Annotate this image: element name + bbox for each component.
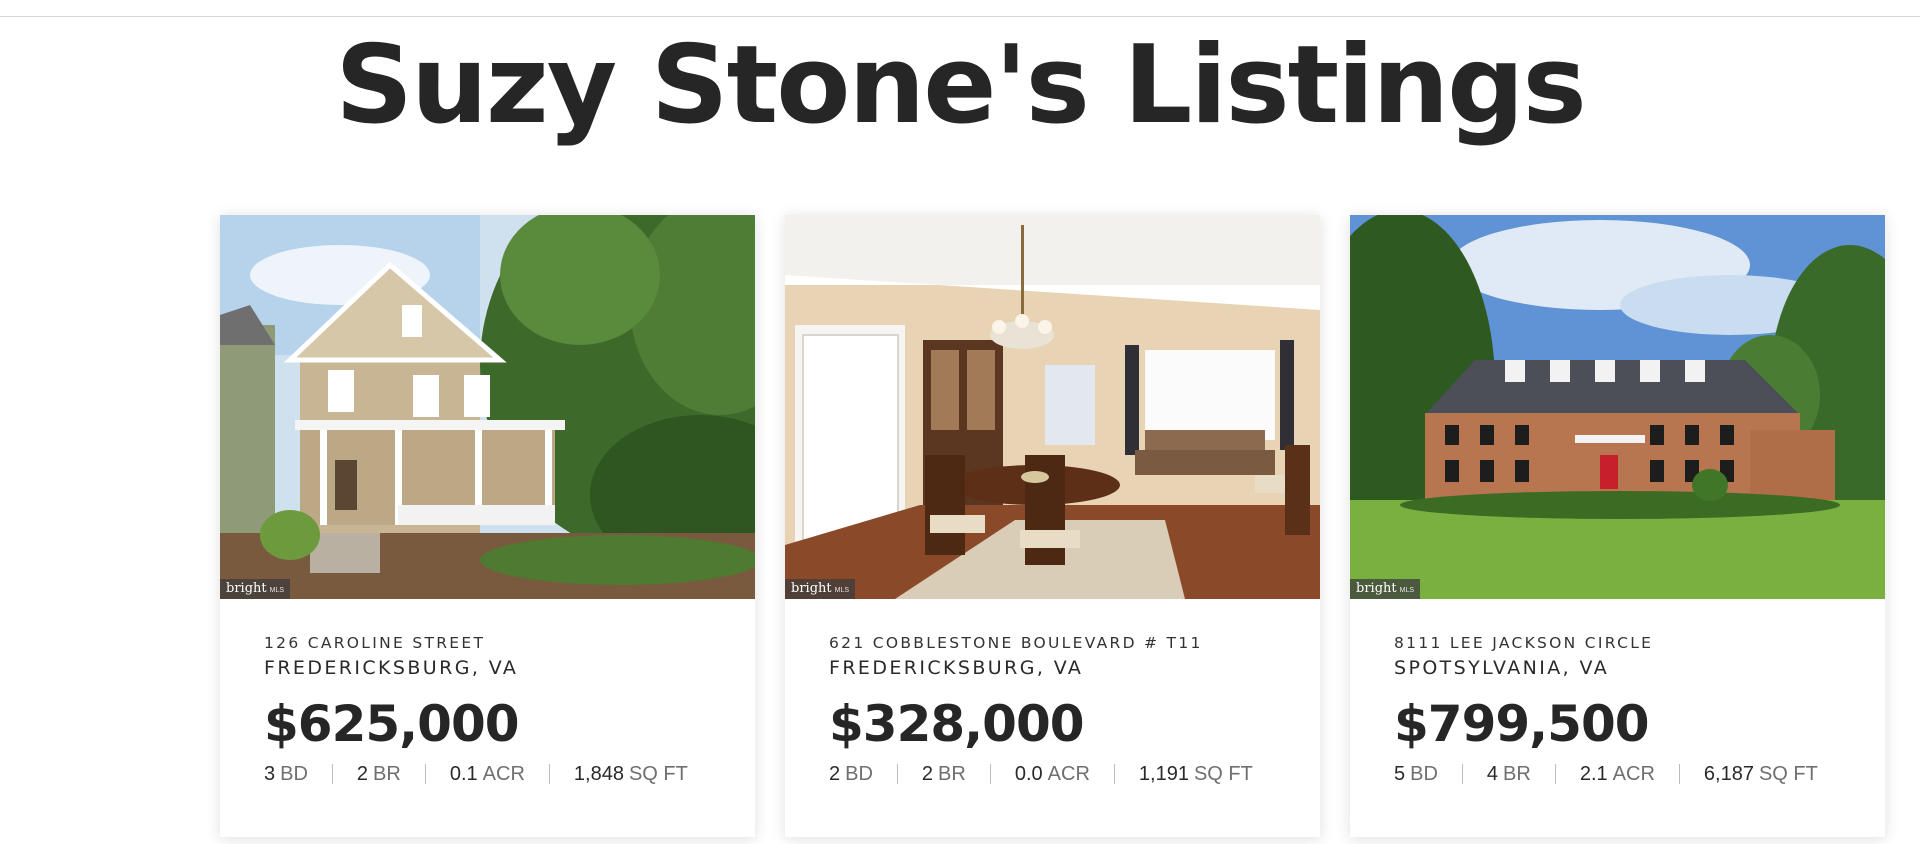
badge-text: bright bbox=[226, 581, 267, 596]
colonial-house-photo-image bbox=[1350, 215, 1885, 599]
listing-info: 126 CAROLINE STREET FREDERICKSBURG, VA $… bbox=[264, 633, 734, 787]
listing-info: 8111 LEE JACKSON CIRCLE SPOTSYLVANIA, VA… bbox=[1394, 633, 1864, 787]
stat-unit: BD bbox=[280, 763, 308, 785]
listing-stats: 3 BD 2 BR 0.1 ACR 1,848 SQ FT bbox=[264, 761, 734, 787]
stat-acres: 2.1 ACR bbox=[1580, 761, 1655, 787]
stat-bathrooms: 4 BR bbox=[1487, 761, 1531, 787]
listing-stats: 5 BD 4 BR 2.1 ACR 6,187 SQ FT bbox=[1394, 761, 1864, 787]
stat-unit: ACR bbox=[1612, 763, 1655, 785]
stat-bedrooms: 2 BD bbox=[829, 761, 873, 787]
listing-street[interactable]: 126 CAROLINE STREET bbox=[264, 633, 734, 653]
listing-card[interactable]: bright MLS 126 CAROLINE STREET FREDERICKS… bbox=[220, 215, 755, 837]
listing-city: FREDERICKSBURG, VA bbox=[264, 657, 519, 679]
stat-unit: BR bbox=[373, 763, 401, 785]
stat-divider bbox=[989, 764, 991, 784]
bright-mls-badge: bright MLS bbox=[1350, 579, 1421, 599]
stat-bathrooms: 2 BR bbox=[357, 761, 401, 787]
stat-divider bbox=[1554, 764, 1556, 784]
stat-value: 0.0 bbox=[1014, 763, 1043, 785]
top-divider bbox=[0, 16, 1920, 17]
stat-unit: SQ FT bbox=[1193, 763, 1253, 785]
listing-photo-colonial-house[interactable]: bright MLS bbox=[1350, 215, 1885, 599]
listing-info: 621 COBBLESTONE BOULEVARD # T11 FREDERIC… bbox=[829, 633, 1299, 787]
bright-mls-badge: bright MLS bbox=[220, 579, 291, 599]
stat-value: 4 bbox=[1486, 763, 1499, 785]
dining-room-photo-image bbox=[785, 215, 1320, 599]
listing-card[interactable]: bright MLS 8111 LEE JACKSON CIRCLE SPOTSY… bbox=[1350, 215, 1885, 837]
stat-divider bbox=[1678, 764, 1680, 784]
stat-divider bbox=[1461, 764, 1463, 784]
stat-sqft: 1,848 SQ FT bbox=[574, 761, 688, 787]
stat-unit: ACR bbox=[482, 763, 525, 785]
page-title: Suzy Stone's Listings bbox=[335, 23, 1586, 148]
listing-city: SPOTSYLVANIA, VA bbox=[1394, 657, 1610, 679]
stat-unit: SQ FT bbox=[628, 763, 688, 785]
badge-small-text: MLS bbox=[834, 587, 850, 594]
listing-street[interactable]: 621 COBBLESTONE BOULEVARD # T11 bbox=[829, 633, 1299, 653]
stat-value: 1,848 bbox=[573, 763, 624, 785]
badge-small-text: MLS bbox=[269, 587, 285, 594]
stat-sqft: 6,187 SQ FT bbox=[1704, 761, 1818, 787]
stat-value: 1,191 bbox=[1138, 763, 1189, 785]
stat-divider bbox=[896, 764, 898, 784]
stat-unit: BR bbox=[1503, 763, 1531, 785]
stat-value: 6,187 bbox=[1703, 763, 1754, 785]
listings-grid: bright MLS 126 CAROLINE STREET FREDERICKS… bbox=[220, 215, 1920, 844]
stat-acres: 0.1 ACR bbox=[450, 761, 525, 787]
stat-bedrooms: 5 BD bbox=[1394, 761, 1438, 787]
listing-card[interactable]: bright MLS 621 COBBLESTONE BOULEVARD # T1… bbox=[785, 215, 1320, 837]
listing-photo-dining-room[interactable]: bright MLS bbox=[785, 215, 1320, 599]
stat-unit: SQ FT bbox=[1758, 763, 1818, 785]
stat-divider bbox=[1113, 764, 1115, 784]
stat-value: 3 bbox=[264, 763, 276, 785]
listing-photo-house-exterior[interactable]: bright MLS bbox=[220, 215, 755, 599]
stat-divider bbox=[548, 764, 550, 784]
badge-text: bright bbox=[791, 581, 832, 596]
house-photo-image bbox=[220, 215, 755, 599]
stat-divider bbox=[424, 764, 426, 784]
badge-text: bright bbox=[1356, 581, 1397, 596]
stat-unit: BD bbox=[845, 763, 873, 785]
stat-value: 0.1 bbox=[449, 763, 478, 785]
stat-sqft: 1,191 SQ FT bbox=[1139, 761, 1253, 787]
stat-acres: 0.0 ACR bbox=[1015, 761, 1090, 787]
stat-bathrooms: 2 BR bbox=[922, 761, 966, 787]
stat-bedrooms: 3 BD bbox=[264, 761, 308, 787]
stat-value: 2 bbox=[356, 763, 369, 785]
listing-price: $328,000 bbox=[829, 695, 1085, 753]
bright-mls-badge: bright MLS bbox=[785, 579, 856, 599]
stat-value: 2 bbox=[921, 763, 934, 785]
listing-price: $625,000 bbox=[264, 695, 520, 753]
stat-unit: ACR bbox=[1047, 763, 1090, 785]
stat-divider bbox=[331, 764, 333, 784]
listing-price: $799,500 bbox=[1394, 695, 1650, 753]
badge-small-text: MLS bbox=[1399, 587, 1415, 594]
listing-city: FREDERICKSBURG, VA bbox=[829, 657, 1084, 679]
stat-value: 5 bbox=[1394, 763, 1406, 785]
stat-value: 2 bbox=[829, 763, 841, 785]
listing-street[interactable]: 8111 LEE JACKSON CIRCLE bbox=[1394, 633, 1864, 653]
stat-unit: BR bbox=[938, 763, 966, 785]
stat-value: 2.1 bbox=[1579, 763, 1608, 785]
stat-unit: BD bbox=[1410, 763, 1438, 785]
listing-stats: 2 BD 2 BR 0.0 ACR 1,191 SQ FT bbox=[829, 761, 1299, 787]
